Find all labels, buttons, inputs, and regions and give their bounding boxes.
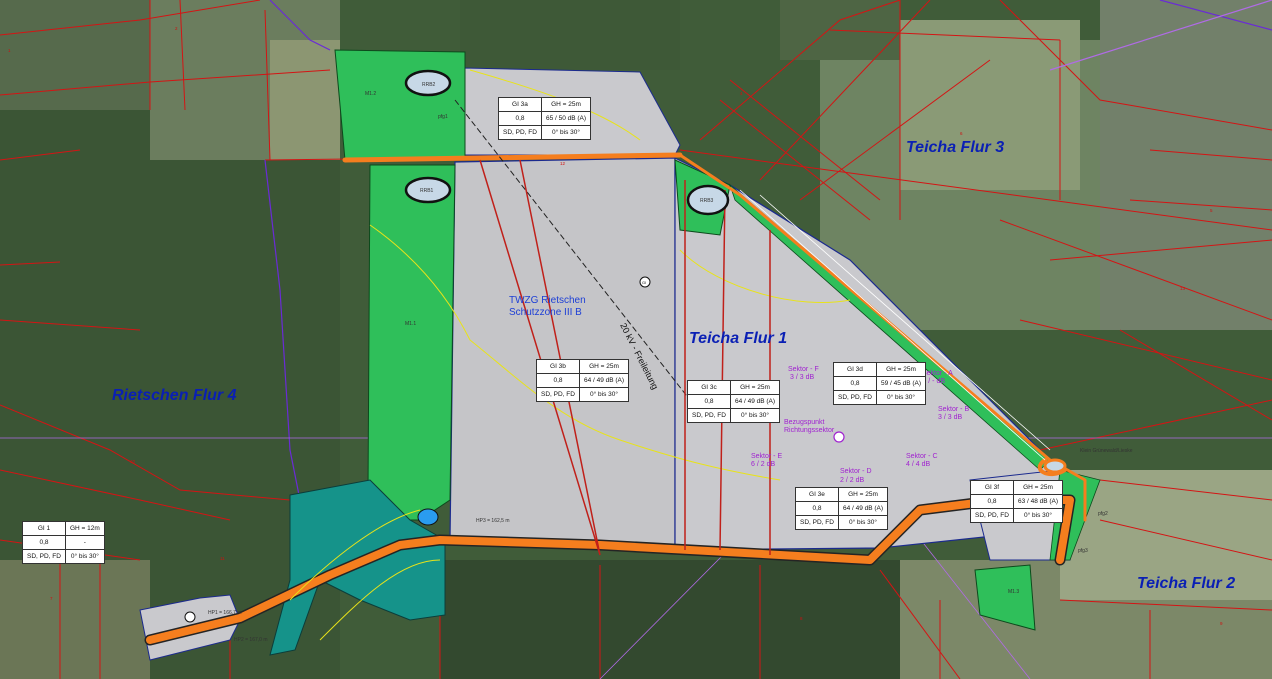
zoning-roof: SD, PD, FD <box>536 387 580 402</box>
gi-marker-label: GI <box>642 280 646 285</box>
zoning-height: GH = 25m <box>1012 480 1064 495</box>
zoning-name: GI 3e <box>795 487 839 502</box>
sektor-a-value: - / - dB <box>924 378 945 385</box>
zoning-angle: 0° bis 30° <box>1012 508 1064 523</box>
basin-label-rrb3: RRB3 <box>700 198 714 204</box>
zoning-noise: 65 / 50 dB (A) <box>540 111 592 126</box>
zoning-name: GI 3b <box>536 359 580 374</box>
height-point-hp3: HP3 = 162,5 m <box>476 518 510 524</box>
zoning-roof: SD, PD, FD <box>498 125 542 140</box>
sektor-b-value: 3 / 3 dB <box>938 414 962 421</box>
zoning-box-gi1: GI 1 GH = 12m 0,8- SD, PD, FD 0° bis 30° <box>22 521 105 564</box>
flur-label-teicha-2: Teicha Flur 2 <box>1137 575 1235 592</box>
zoning-angle: 0° bis 30° <box>837 515 889 530</box>
zoning-roof: SD, PD, FD <box>687 408 731 423</box>
sektor-e-name: Sektor - E <box>751 453 782 460</box>
zoning-noise: 64 / 49 dB (A) <box>729 394 781 409</box>
zoning-grz: 0,8 <box>970 494 1014 509</box>
sektor-c-name: Sektor - C <box>906 453 938 460</box>
zoning-angle: 0° bis 30° <box>64 549 105 564</box>
zoning-noise: 64 / 49 dB (A) <box>837 501 889 516</box>
road-label: Klein Grünewald/Lieske <box>1080 448 1133 454</box>
area-code-m1-3: M1.3 <box>1008 589 1019 595</box>
basin-round <box>1043 458 1067 474</box>
sektor-b-name: Sektor - B <box>938 406 969 413</box>
zoning-grz: 0,8 <box>795 501 839 516</box>
zoning-angle: 0° bis 30° <box>875 390 927 405</box>
twzg-zone-label: Schutzzone III B <box>509 307 582 318</box>
zoning-name: GI 3a <box>498 97 542 112</box>
bezugspunkt-marker <box>833 431 845 443</box>
zoning-height: GH = 25m <box>875 362 927 377</box>
flur-label-teicha-1: Teicha Flur 1 <box>689 330 787 347</box>
sektor-d-value: 2 / 2 dB <box>840 477 864 484</box>
zoning-angle: 0° bis 30° <box>578 387 630 402</box>
zoning-box-gi3c: GI 3c GH = 25m 0,8 64 / 49 dB (A) SD, PD, … <box>687 380 781 423</box>
zoning-roof: SD, PD, FD <box>795 515 839 530</box>
zoning-roof: SD, PD, FD <box>833 390 877 405</box>
svg-text:11: 11 <box>220 556 225 561</box>
zoning-box-gi3e: GI 3e GH = 25m 0,8 64 / 49 dB (A) SD, PD, … <box>795 487 889 530</box>
zoning-height: GH = 25m <box>540 97 592 112</box>
area-code-m1-2: M1.2 <box>365 91 376 97</box>
zoning-height: GH = 12m <box>64 521 105 536</box>
area-code-pfg2: pfg2 <box>1098 511 1108 517</box>
twzg-label: TWZG Rietschen <box>509 295 586 306</box>
height-point-hp1: HP1 = 166,7 m <box>208 610 242 616</box>
basin-pond <box>417 508 439 526</box>
zoning-box-gi3f: GI 3f GH = 25m 0,8 63 / 48 dB (A) SD, PD, … <box>970 480 1064 523</box>
svg-text:12: 12 <box>560 161 566 166</box>
zoning-name: GI 3d <box>833 362 877 377</box>
gi-marker-2 <box>184 611 196 623</box>
sektor-c-value: 4 / 4 dB <box>906 461 930 468</box>
flur-label-rietschen-4: Rietschen Flur 4 <box>112 387 237 404</box>
basin-label-rrb1: RRB1 <box>420 188 434 194</box>
zoning-angle: 0° bis 30° <box>729 408 781 423</box>
sektor-f-name: Sektor - F <box>788 366 819 373</box>
area-code-pfg1: pfg1 <box>438 114 448 120</box>
zoning-grz: 0,8 <box>833 376 877 391</box>
zoning-name: GI 1 <box>22 521 66 536</box>
zoning-height: GH = 25m <box>578 359 630 374</box>
bezugspunkt-label-2: Richtungssektor <box>784 427 835 434</box>
bezugspunkt-label: Bezugspunkt <box>784 419 825 426</box>
flur-label-teicha-3: Teicha Flur 3 <box>906 139 1004 156</box>
zoning-height: GH = 25m <box>837 487 889 502</box>
sektor-e-value: 6 / 2 dB <box>751 461 775 468</box>
sektor-f-value: 3 / 3 dB <box>790 374 814 381</box>
zoning-noise: 59 / 45 dB (A) <box>875 376 927 391</box>
zoning-noise: 63 / 48 dB (A) <box>1012 494 1064 509</box>
svg-text:10: 10 <box>130 459 136 464</box>
height-point-hp2: HP2 = 167,0 m <box>234 637 268 643</box>
zoning-grz: 0,8 <box>22 535 66 550</box>
area-code-pfg3: pfg3 <box>1078 548 1088 554</box>
zoning-angle: 0° bis 30° <box>540 125 592 140</box>
basin-label-rrb2: RRB2 <box>422 82 436 88</box>
zoning-roof: SD, PD, FD <box>970 508 1014 523</box>
zoning-height: GH = 25m <box>729 380 781 395</box>
zoning-box-gi3b: GI 3b GH = 25m 0,8 64 / 49 dB (A) SD, PD, … <box>536 359 630 402</box>
zoning-noise: - <box>64 535 105 550</box>
zoning-grz: 0,8 <box>687 394 731 409</box>
area-code-m1-1: M1.1 <box>405 321 416 327</box>
site-plan-map: RRB2 RRB1 RRB3 M1.1 M1.2 M1.3 pfg1 pfg2 … <box>0 0 1272 679</box>
zoning-box-gi3a: GI 3a GH = 25m 0,8 65 / 50 dB (A) SD, PD, … <box>498 97 592 140</box>
zoning-box-gi3d: GI 3d GH = 25m 0,8 59 / 45 dB (A) SD, PD, … <box>833 362 927 405</box>
sektor-a-name: Sektor - A <box>922 370 953 377</box>
sektor-d-name: Sektor - D <box>840 468 872 475</box>
zoning-noise: 64 / 49 dB (A) <box>578 373 630 388</box>
zoning-grz: 0,8 <box>498 111 542 126</box>
zoning-name: GI 3f <box>970 480 1014 495</box>
zoning-name: GI 3c <box>687 380 731 395</box>
zoning-grz: 0,8 <box>536 373 580 388</box>
svg-text:13: 13 <box>1180 286 1186 291</box>
zoning-roof: SD, PD, FD <box>22 549 66 564</box>
